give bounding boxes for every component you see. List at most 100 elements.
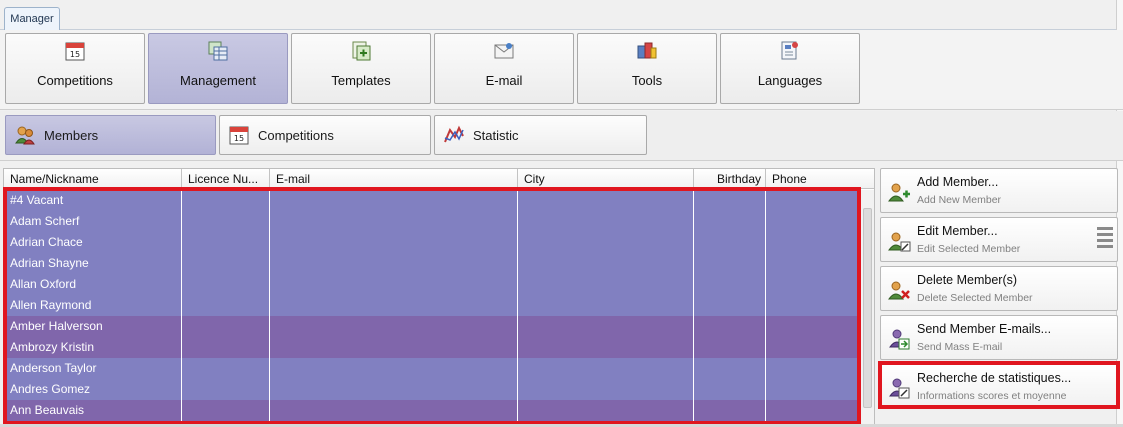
cell-email (270, 232, 518, 253)
table-row[interactable]: Ann Beauvais (4, 400, 860, 421)
column-header-city[interactable]: City (518, 169, 694, 189)
cell-licence (182, 337, 270, 358)
tab-manager[interactable]: Manager (4, 7, 60, 30)
envelope-icon (494, 43, 514, 59)
table-row[interactable]: #4 Vacant (4, 190, 860, 211)
edit-member-subtitle: Edit Selected Member (917, 243, 1021, 255)
statistic-icon (444, 125, 464, 143)
cell-email (270, 400, 518, 421)
svg-text:15: 15 (234, 134, 244, 143)
cell-birthday (694, 190, 766, 211)
cell-name: Allen Raymond (4, 295, 182, 316)
cell-name: Adrian Chace (4, 232, 182, 253)
cell-city (518, 316, 694, 337)
cell-city (518, 400, 694, 421)
cell-birthday (694, 232, 766, 253)
cell-name: Anderson Taylor (4, 358, 182, 379)
tab-strip (0, 0, 1123, 30)
cell-birthday (694, 295, 766, 316)
send-email-subtitle: Send Mass E-mail (917, 341, 1003, 353)
table-row[interactable]: Amber Halverson (4, 316, 860, 337)
statistics-search-button[interactable]: Recherche de statistiques... Information… (880, 364, 1118, 409)
resize-grip-icon[interactable] (1097, 224, 1113, 256)
cell-name: #4 Vacant (4, 190, 182, 211)
tab-members-label: Members (44, 127, 99, 143)
members-grid: Name/Nickname Licence Nu... E-mail City … (3, 168, 875, 427)
send-email-button[interactable]: Send Member E-mails... Send Mass E-mail (880, 315, 1118, 360)
table-row[interactable]: Andres Gomez (4, 379, 860, 400)
tab-statistic-label: Statistic (473, 127, 519, 143)
ribbon-tools-label: Tools (631, 73, 663, 88)
table-row[interactable]: Anderson Taylor (4, 358, 860, 379)
cell-city (518, 358, 694, 379)
ribbon-languages-button[interactable]: Languages (720, 33, 860, 104)
cell-name: Amber Halverson (4, 316, 182, 337)
ribbon-email-button[interactable]: E-mail (434, 33, 574, 104)
add-member-button[interactable]: Add Member... Add New Member (880, 168, 1118, 213)
calendar-icon: 15 (229, 126, 249, 145)
add-member-subtitle: Add New Member (917, 194, 1002, 206)
cell-name: Adam Scherf (4, 211, 182, 232)
table-row[interactable]: Allan Oxford (4, 274, 860, 295)
column-header-licence[interactable]: Licence Nu... (182, 169, 270, 189)
tab-members[interactable]: Members (5, 115, 216, 155)
cell-name: Andres Gomez (4, 379, 182, 400)
add-member-title: Add Member... (917, 175, 999, 189)
column-header-name[interactable]: Name/Nickname (4, 169, 182, 189)
cell-birthday (694, 316, 766, 337)
table-row[interactable]: Adam Scherf (4, 211, 860, 232)
cell-city (518, 337, 694, 358)
ribbon-management-button[interactable]: Management (148, 33, 288, 104)
cell-city (518, 253, 694, 274)
table-icon (208, 41, 228, 61)
tab-competitions[interactable]: 15 Competitions (219, 115, 431, 155)
tools-icon (637, 42, 657, 59)
ribbon-competitions-button[interactable]: 15 Competitions (5, 33, 145, 104)
cell-licence (182, 190, 270, 211)
cell-licence (182, 400, 270, 421)
cell-email (270, 337, 518, 358)
cell-licence (182, 316, 270, 337)
column-header-phone[interactable]: Phone (766, 169, 876, 189)
grid-scrollbar[interactable] (860, 190, 874, 426)
table-row[interactable]: Adrian Shayne (4, 253, 860, 274)
cell-birthday (694, 274, 766, 295)
edit-member-button[interactable]: Edit Member... Edit Selected Member (880, 217, 1118, 262)
table-row[interactable]: Adrian Chace (4, 232, 860, 253)
ribbon-tools-button[interactable]: Tools (577, 33, 717, 104)
ribbon-email-label: E-mail (485, 73, 523, 88)
delete-member-button[interactable]: Delete Member(s) Delete Selected Member (880, 266, 1118, 311)
cell-licence (182, 232, 270, 253)
cell-licence (182, 295, 270, 316)
table-row[interactable]: Ambrozy Kristin (4, 337, 860, 358)
table-row[interactable]: Allen Raymond (4, 295, 860, 316)
cell-licence (182, 274, 270, 295)
cell-licence (182, 253, 270, 274)
cell-birthday (694, 379, 766, 400)
cell-name: Ann Beauvais (4, 400, 182, 421)
ribbon-competitions-label: Competitions (37, 73, 113, 88)
statistics-search-icon (889, 378, 910, 399)
cell-licence (182, 211, 270, 232)
cell-name: Allan Oxford (4, 274, 182, 295)
grid-rows: #4 Vacant Adam Scherf Adrian Chace Adria… (4, 190, 860, 421)
delete-member-subtitle: Delete Selected Member (917, 292, 1033, 304)
delete-member-title: Delete Member(s) (917, 273, 1018, 287)
templates-icon (352, 41, 371, 61)
grid-header: Name/Nickname Licence Nu... E-mail City … (4, 169, 874, 189)
cell-email (270, 295, 518, 316)
ribbon-templates-label: Templates (331, 73, 391, 88)
column-header-birthday[interactable]: Birthday (694, 169, 766, 189)
cell-email (270, 253, 518, 274)
ribbon-templates-button[interactable]: Templates (291, 33, 431, 104)
statistics-search-title: Recherche de statistiques... (917, 371, 1072, 385)
edit-member-title: Edit Member... (917, 224, 998, 238)
tab-statistic[interactable]: Statistic (434, 115, 647, 155)
scrollbar-thumb[interactable] (863, 208, 872, 408)
column-header-email[interactable]: E-mail (270, 169, 518, 189)
tab-competitions-label: Competitions (258, 127, 334, 143)
cell-email (270, 190, 518, 211)
cell-city (518, 274, 694, 295)
cell-licence (182, 379, 270, 400)
members-icon (15, 126, 35, 145)
